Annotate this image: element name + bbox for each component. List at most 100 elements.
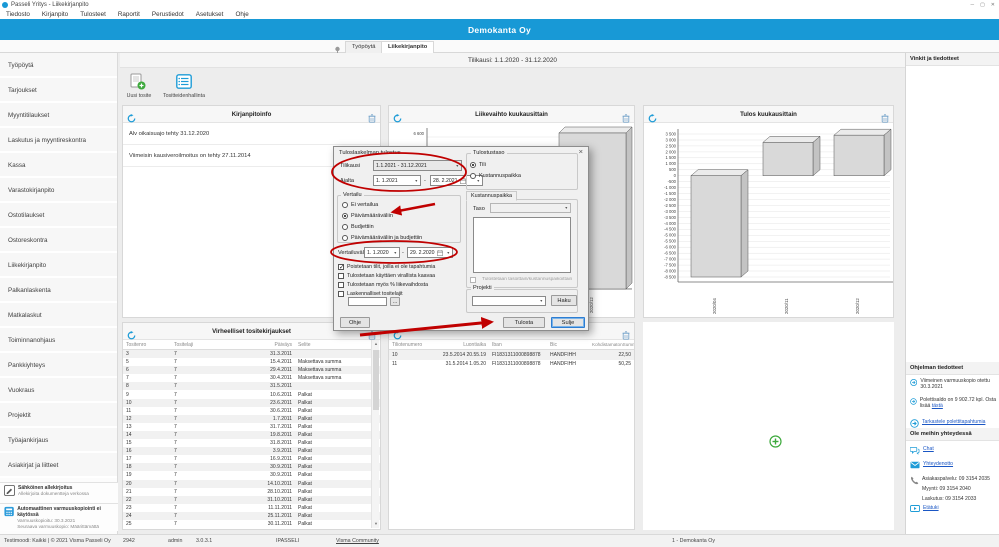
news-item-backup[interactable]: Viimeinen varmuuskopio otettu 30.3.2021 bbox=[910, 378, 997, 390]
checkbox-icon[interactable] bbox=[338, 264, 344, 270]
voucher-management-label[interactable]: Tositteidenhallinta bbox=[156, 93, 212, 99]
table-row[interactable]: 23711.11.2011Palkat bbox=[123, 504, 380, 512]
refresh-icon[interactable] bbox=[127, 110, 136, 128]
voucher-management-icon[interactable] bbox=[176, 74, 192, 94]
sidebar-item[interactable]: Liikekirjanpito bbox=[0, 253, 117, 278]
sidebar-item[interactable]: Palkanlaskenta bbox=[0, 278, 117, 303]
kustannuspaikka-listbox[interactable] bbox=[473, 217, 571, 273]
table-row[interactable]: 13731.7.2011Palkat bbox=[123, 423, 380, 431]
checkbox-icon[interactable] bbox=[338, 291, 344, 297]
sidebar-item[interactable]: Vuokraus bbox=[0, 378, 117, 403]
backup-info-panel[interactable]: Automaattinen varmuuskopiointi ei käytös… bbox=[0, 503, 118, 531]
radio-icon[interactable] bbox=[342, 213, 348, 219]
table-row[interactable]: 10723.6.2011Palkat bbox=[123, 399, 380, 407]
table-row[interactable]: 15731.8.2011Palkat bbox=[123, 439, 380, 447]
sidebar-item[interactable]: Toiminnanohjaus bbox=[0, 328, 117, 353]
vertailu-radio-option[interactable]: Päivämääräväliin ja budjettiin bbox=[342, 232, 458, 243]
radio-icon[interactable] bbox=[470, 173, 476, 179]
table-row[interactable]: 6729.4.2011Maksettava summa bbox=[123, 366, 380, 374]
sidebar-item[interactable]: Myyntitilaukset bbox=[0, 103, 117, 128]
tulostustaso-radio-option[interactable]: Kustannuspaikka bbox=[470, 170, 574, 181]
search-button[interactable]: Haku bbox=[551, 295, 577, 306]
scroll-up-icon[interactable]: ▲ bbox=[372, 340, 380, 348]
menu-item-tiedosto[interactable]: Tiedosto bbox=[0, 11, 36, 18]
menu-item-tulosteet[interactable]: Tulosteet bbox=[74, 11, 112, 18]
table-row[interactable]: 22731.10.2011Palkat bbox=[123, 496, 380, 504]
table-row[interactable]: 1271.7.2011Palkat bbox=[123, 415, 380, 423]
sidebar-item[interactable]: Asiakirjat ja liitteet bbox=[0, 453, 117, 478]
projekti-select[interactable]: ▼ bbox=[472, 296, 546, 306]
remote-support-link[interactable]: Etätuki bbox=[923, 505, 939, 511]
close-button[interactable]: Sulje bbox=[551, 317, 585, 328]
add-widget-icon[interactable] bbox=[769, 435, 782, 453]
signature-info-panel[interactable]: Sähköinen allekirjoitus Allekirjoita dok… bbox=[0, 482, 118, 503]
print-button[interactable]: Tulosta bbox=[503, 317, 545, 328]
chat-link[interactable]: Chat bbox=[923, 446, 934, 452]
table-row[interactable]: 19730.9.2011Palkat bbox=[123, 471, 380, 479]
sidebar-item[interactable]: Tarjoukset bbox=[0, 78, 117, 103]
sidebar-item[interactable]: Ostoreskontra bbox=[0, 228, 117, 253]
help-button[interactable]: Ohje bbox=[340, 317, 370, 328]
menu-item-ohje[interactable]: Ohje bbox=[229, 11, 254, 18]
vertailu-radio-option[interactable]: Ei vertailua bbox=[342, 199, 458, 210]
table-row[interactable]: 18730.9.2011Palkat bbox=[123, 463, 380, 471]
vertailu-radio-option[interactable]: Päivämääräväliin bbox=[342, 210, 458, 221]
tab-liikekirjanpito[interactable]: Liikekirjanpito bbox=[381, 41, 434, 53]
trash-icon[interactable] bbox=[622, 327, 630, 345]
browse-button[interactable]: ... bbox=[390, 297, 400, 306]
table-row[interactable]: 11730.6.2011Palkat bbox=[123, 407, 380, 415]
table-row[interactable]: 17716.9.2011Palkat bbox=[123, 455, 380, 463]
buy-credits-link[interactable]: tästä bbox=[932, 403, 943, 409]
news-item-credits[interactable]: Polettisaldo on 9 902.72 kpl. Osta lisää… bbox=[910, 397, 997, 409]
menu-item-kirjanpito[interactable]: Kirjanpito bbox=[36, 11, 74, 18]
news-item-credit-events[interactable]: Tarkastele polettitapahtumia bbox=[910, 419, 997, 428]
maximize-icon[interactable]: ▢ bbox=[980, 2, 985, 8]
contact-chat[interactable]: Chat bbox=[910, 446, 997, 455]
sidebar-item[interactable]: Työajankirjaus bbox=[0, 428, 117, 453]
table-row[interactable]: 8731.5.2011 bbox=[123, 382, 380, 390]
table-row[interactable]: 3731.3.2011 bbox=[123, 350, 380, 358]
close-icon[interactable]: ✕ bbox=[991, 2, 995, 8]
refresh-icon[interactable] bbox=[127, 327, 136, 345]
new-voucher-label[interactable]: Uusi tosite bbox=[118, 93, 160, 99]
dialog-checkbox[interactable]: Tulostetaan käyttäen virallista kaavaa bbox=[338, 271, 462, 280]
sidebar-item[interactable]: Kassa bbox=[0, 153, 117, 178]
refresh-icon[interactable] bbox=[648, 110, 657, 128]
radio-icon[interactable] bbox=[342, 202, 348, 208]
dialog-checkbox[interactable]: Tulostetaan myös % liikevaihdosta bbox=[338, 280, 462, 289]
sidebar-item[interactable]: Työpöytä bbox=[0, 53, 117, 78]
sidebar-item[interactable]: Pankkiyhteys bbox=[0, 353, 117, 378]
credit-events-link[interactable]: Tarkastele polettitapahtumia bbox=[922, 419, 985, 425]
dialog-checkbox[interactable]: Poistetaan tilit, joilla ei ole tapahtum… bbox=[338, 262, 462, 271]
vertailuvali-to-date[interactable]: 29. 2.2020 ▼ bbox=[407, 247, 453, 258]
table-row[interactable]: 1673.9.2011Palkat bbox=[123, 447, 380, 455]
ajalta-from-date[interactable]: 1. 1.2021▼ bbox=[373, 175, 421, 186]
menu-item-perustiedot[interactable]: Perustiedot bbox=[146, 11, 190, 18]
menu-item-raportit[interactable]: Raportit bbox=[112, 11, 146, 18]
visma-community-link[interactable]: Visma Community bbox=[336, 538, 379, 544]
checkbox-icon[interactable] bbox=[338, 273, 344, 279]
scroll-thumb[interactable] bbox=[373, 350, 379, 410]
sidebar-item[interactable]: Projektit bbox=[0, 403, 117, 428]
sidebar-item[interactable]: Ostotilaukset bbox=[0, 203, 117, 228]
table-row[interactable]: 5715.4.2011Maksettava summa bbox=[123, 358, 380, 366]
taso-select[interactable]: ▼ bbox=[490, 203, 571, 213]
sidebar-item[interactable]: Matkalaskut bbox=[0, 303, 117, 328]
radio-icon[interactable] bbox=[342, 235, 348, 241]
table-row[interactable]: 9710.6.2011Palkat bbox=[123, 390, 380, 398]
table-row[interactable]: 24725.11.2011Palkat bbox=[123, 512, 380, 520]
refresh-icon[interactable] bbox=[393, 110, 402, 128]
table-row[interactable]: 14719.8.2011Palkat bbox=[123, 431, 380, 439]
tab-tyopoyta[interactable]: Työpöytä bbox=[345, 41, 383, 53]
table-row[interactable]: 25730.11.2011Palkat bbox=[123, 520, 380, 528]
checkbox-icon[interactable] bbox=[338, 282, 344, 288]
vertailuvali-from-date[interactable]: 1. 1.2020▼ bbox=[364, 247, 400, 258]
radio-icon[interactable] bbox=[342, 224, 348, 230]
scroll-down-icon[interactable]: ▼ bbox=[372, 520, 380, 528]
table-row[interactable]: 1023.5.2014 20.55.19FI1831311000898878HA… bbox=[389, 350, 634, 360]
tilikausi-select[interactable]: 1.1.2021 - 31.12.2021▼ bbox=[373, 160, 462, 171]
trash-icon[interactable] bbox=[881, 110, 889, 128]
new-voucher-icon[interactable] bbox=[129, 73, 146, 95]
vertical-scrollbar[interactable]: ▲ ▼ bbox=[371, 340, 379, 528]
dialog-close-icon[interactable]: × bbox=[579, 148, 583, 156]
